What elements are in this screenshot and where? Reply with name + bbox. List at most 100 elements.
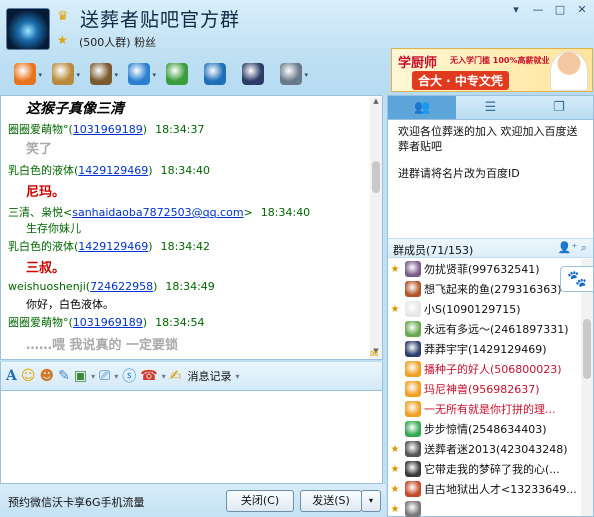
sender-name[interactable]: 乳白色的液体: [8, 164, 74, 177]
member-row[interactable]: ★: [388, 499, 581, 517]
member-row[interactable]: 一无所有就是你打拼的理...: [388, 399, 581, 419]
bottom-bar: 预约微信沃卡享6G手机流量 关闭(C) 发送(S) ▾: [0, 484, 386, 517]
member-avatar[interactable]: [405, 481, 421, 497]
member-star-icon: ★: [390, 463, 400, 475]
history-dropdown-icon[interactable]: ▾: [236, 364, 240, 388]
member-avatar[interactable]: [405, 421, 421, 437]
sender-id-link[interactable]: 1031969189: [73, 123, 143, 136]
toolbar-button[interactable]: ▾: [272, 59, 310, 89]
promo-link[interactable]: 预约微信沃卡享6G手机流量: [8, 494, 145, 510]
search-icon[interactable]: ⌕: [581, 241, 587, 254]
chat-scroll-thumb[interactable]: [372, 161, 380, 193]
member-avatar[interactable]: [405, 501, 421, 517]
sender-id-link[interactable]: 724622958: [90, 280, 153, 293]
member-scroll-thumb[interactable]: [583, 319, 591, 379]
member-row[interactable]: 想飞起来的鱼(279316363): [388, 279, 581, 299]
member-avatar[interactable]: [405, 281, 421, 297]
sender-name[interactable]: 圈圈爱萌物°: [8, 123, 69, 136]
toolbar-button[interactable]: [196, 59, 234, 89]
toolbar-button[interactable]: ▾: [6, 59, 44, 89]
music-icon[interactable]: ⓢ: [122, 364, 136, 388]
sender-name[interactable]: weishuoshenji: [8, 280, 86, 293]
chat-scrollbar[interactable]: ▲ ▼: [370, 97, 382, 359]
sender-name[interactable]: 乳白色的液体: [8, 240, 74, 253]
member-row[interactable]: 莽莽宇宇(1429129469): [388, 339, 581, 359]
sender-id-link[interactable]: 1429129469: [78, 164, 148, 177]
chat-history[interactable]: 这猴子真像三清 圈圈爱萌物°(1031969189) 18:34:37 笑了 乳白色的液…: [0, 95, 383, 360]
member-row[interactable]: 播种子的好人(506800023): [388, 359, 581, 379]
member-row[interactable]: 永远有多远～(2461897331): [388, 319, 581, 339]
add-member-icon[interactable]: 👤⁺: [558, 241, 578, 254]
image-dropdown-icon[interactable]: ▾: [91, 364, 95, 388]
member-row[interactable]: ★ 小S(1090129715): [388, 299, 581, 319]
close-button[interactable]: 关闭(C): [226, 490, 294, 512]
toolbar-button[interactable]: ▾: [120, 59, 158, 89]
member-avatar[interactable]: [405, 441, 421, 457]
message-input[interactable]: [0, 390, 383, 484]
member-row[interactable]: ★ 送葬者迷2013(423043248): [388, 439, 581, 459]
tab-members-icon[interactable]: 👥: [388, 96, 457, 119]
screenshot-icon[interactable]: ⎚: [99, 364, 110, 388]
sender-name[interactable]: 圈圈爱萌物°: [8, 316, 69, 329]
member-avatar[interactable]: [405, 261, 421, 277]
message-text: 尼玛。: [26, 185, 66, 200]
sender-name[interactable]: 三清、枭悦<: [8, 206, 72, 219]
member-avatar[interactable]: [405, 321, 421, 337]
ad-banner[interactable]: 学厨师 无入学门槛 100%高薪就业 合大 · 中专文凭: [391, 48, 593, 92]
history-button[interactable]: 消息记录: [188, 368, 232, 384]
member-avatar[interactable]: [405, 401, 421, 417]
dropdown-arrow-icon[interactable]: ▾: [152, 71, 156, 79]
send-options-button[interactable]: ▾: [361, 490, 381, 512]
magic-emoji-icon[interactable]: ☻: [39, 364, 54, 388]
font-icon[interactable]: A: [6, 364, 17, 388]
mail-icon[interactable]: ✉: [370, 349, 378, 360]
group-notice: 欢迎各位葬迷的加入 欢迎加入百度送葬者贴吧 进群请将名片改为百度ID: [398, 124, 583, 193]
member-star-icon: ★: [390, 443, 400, 455]
close-window-button[interactable]: ✕: [574, 3, 590, 17]
minimize-button[interactable]: —: [530, 3, 546, 17]
maximize-button[interactable]: □: [552, 3, 568, 17]
member-avatar[interactable]: [405, 381, 421, 397]
sender-id-link[interactable]: 1429129469: [78, 240, 148, 253]
dropdown-arrow-icon[interactable]: ▾: [76, 71, 80, 79]
sender-id-link[interactable]: sanhaidaoba7872503@qq.com: [72, 206, 243, 219]
member-avatar[interactable]: [405, 301, 421, 317]
member-list[interactable]: ★ 勿扰贤菲(997632541) 想飞起来的鱼(279316363) ★ 小S(109…: [388, 259, 581, 517]
member-row[interactable]: 步步惊情(2548634403): [388, 419, 581, 439]
album-icon: [90, 63, 112, 85]
menu-dropdown-icon[interactable]: ▾: [508, 3, 524, 17]
dropdown-arrow-icon[interactable]: ▾: [304, 71, 308, 79]
image-icon[interactable]: ▣: [74, 364, 87, 388]
member-avatar[interactable]: [405, 361, 421, 377]
emoji-icon[interactable]: ☺: [21, 364, 36, 388]
member-row[interactable]: ★ 它带走我的梦碎了我的心(...: [388, 459, 581, 479]
screenshot-dropdown-icon[interactable]: ▾: [114, 364, 118, 388]
shake-dropdown-icon[interactable]: ▾: [162, 364, 166, 388]
toolbar-button[interactable]: ▾: [82, 59, 120, 89]
send-button[interactable]: 发送(S): [300, 490, 362, 512]
dropdown-arrow-icon[interactable]: ▾: [38, 71, 42, 79]
group-avatar[interactable]: [6, 8, 50, 50]
history-icon[interactable]: ✍: [170, 364, 182, 388]
member-row[interactable]: 玛尼神兽(956982637): [388, 379, 581, 399]
toolbar-button[interactable]: [158, 59, 196, 89]
message-header: 三清、枭悦<sanhaidaoba7872503@qq.com> 18:34:40: [8, 206, 311, 219]
member-avatar[interactable]: [405, 341, 421, 357]
settings-icon: [280, 63, 302, 85]
member-avatar[interactable]: [405, 461, 421, 477]
shake-icon[interactable]: ☎: [140, 364, 157, 388]
message-header: 乳白色的液体(1429129469) 18:34:40: [8, 164, 210, 177]
toolbar-button[interactable]: ▾: [44, 59, 82, 89]
member-row[interactable]: ★ 勿扰贤菲(997632541): [388, 259, 581, 279]
message-text: 三叔。: [26, 261, 66, 276]
member-scrollbar[interactable]: [581, 259, 593, 516]
pet-paw-icon[interactable]: 🐾: [560, 266, 594, 292]
member-row[interactable]: ★ 自古地狱出人才<13233649...: [388, 479, 581, 499]
tab-list-icon[interactable]: ☰: [456, 96, 524, 119]
scroll-up-icon[interactable]: ▲: [370, 97, 382, 109]
toolbar-button[interactable]: [234, 59, 272, 89]
doodle-icon[interactable]: ✎: [58, 364, 70, 388]
tab-windows-icon[interactable]: ❐: [525, 96, 593, 119]
sender-id-link[interactable]: 1031969189: [73, 316, 143, 329]
dropdown-arrow-icon[interactable]: ▾: [114, 71, 118, 79]
